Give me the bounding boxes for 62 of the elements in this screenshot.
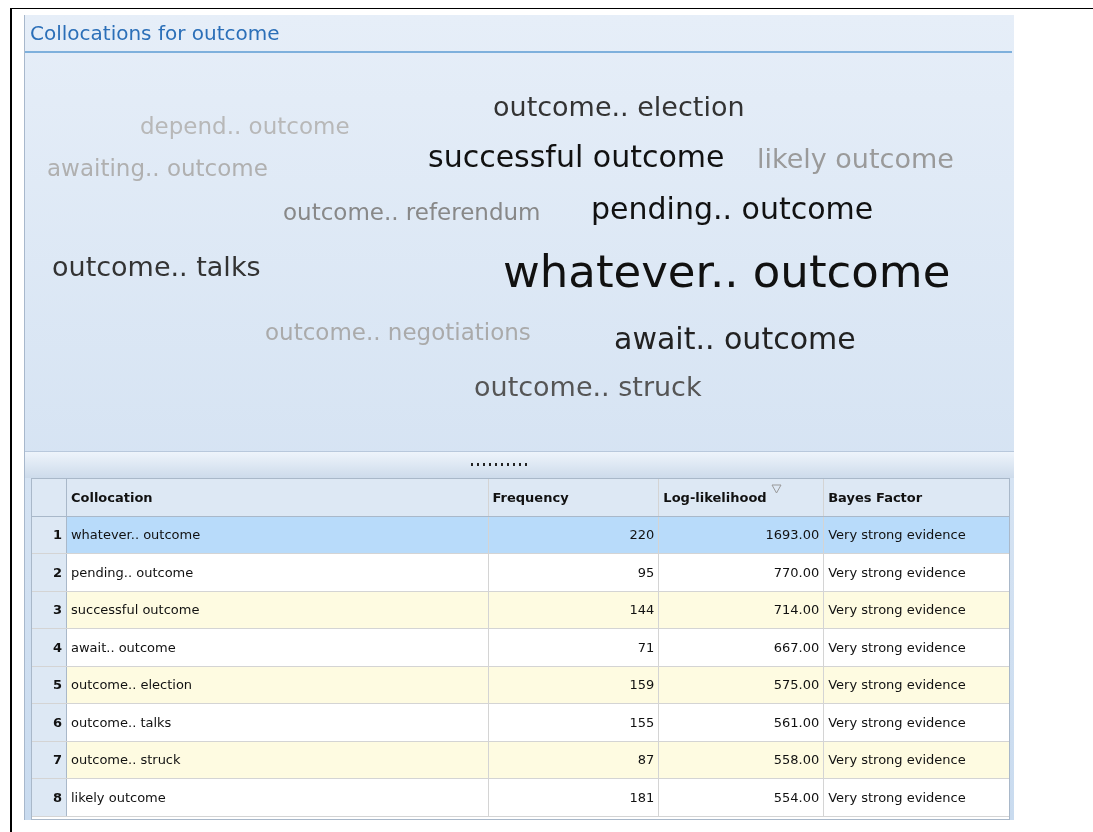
table-cell: whatever.. outcome bbox=[66, 516, 489, 553]
cloud-word[interactable]: outcome.. talks bbox=[52, 251, 261, 284]
table-row[interactable]: 5 outcome.. election 159 575.00 Very strong evidence bbox=[32, 666, 1009, 704]
table-cell-text: Very strong evidence bbox=[827, 601, 967, 620]
table-cell: 554.00 bbox=[659, 779, 825, 816]
table-cell: 667.00 bbox=[659, 629, 825, 666]
table-cell-text: Very strong evidence bbox=[827, 751, 967, 770]
table-cell-text: Very strong evidence bbox=[827, 713, 967, 732]
sort-descending-icon[interactable] bbox=[770, 484, 782, 494]
row-number: 4 bbox=[32, 629, 67, 666]
table-cell: successful outcome bbox=[66, 591, 489, 628]
table-row[interactable]: 7 outcome.. struck 87 558.00 Very strong evidence bbox=[32, 741, 1009, 779]
table-row[interactable]: 8 likely outcome 181 554.00 Very strong evidence bbox=[32, 779, 1009, 817]
table-cell: 575.00 bbox=[659, 666, 825, 703]
column-header[interactable]: Collocation bbox=[66, 479, 489, 516]
cloud-word[interactable]: whatever.. outcome bbox=[503, 245, 951, 299]
table-cell: outcome.. struck bbox=[66, 741, 489, 778]
table-cell: await.. outcome bbox=[66, 629, 489, 666]
panel-title: Collocations for outcome bbox=[30, 21, 280, 45]
table-cell: outcome.. talks bbox=[66, 704, 489, 741]
cloud-word[interactable]: successful outcome bbox=[428, 139, 725, 175]
table-cell: 181 bbox=[488, 779, 660, 816]
table-cell: pending.. outcome bbox=[66, 554, 489, 591]
table-cell: 220 bbox=[488, 516, 660, 553]
table-cell: 155 bbox=[488, 704, 660, 741]
table-cell: 561.00 bbox=[659, 704, 825, 741]
table-row[interactable]: 4 await.. outcome 71 667.00 Very strong evidence bbox=[32, 629, 1009, 667]
cloud-word[interactable]: await.. outcome bbox=[614, 321, 856, 357]
table-cell: 558.00 bbox=[659, 741, 825, 778]
table-cell: 71 bbox=[488, 629, 660, 666]
table-cell: 714.00 bbox=[659, 591, 825, 628]
table-cell: 144 bbox=[488, 591, 660, 628]
table-cell: 1693.00 bbox=[659, 516, 825, 553]
row-number: 2 bbox=[32, 554, 67, 591]
column-header[interactable]: Frequency bbox=[488, 479, 660, 516]
table-row[interactable]: 1 whatever.. outcome 220 1693.00 Very strong evidence bbox=[32, 516, 1009, 554]
table-row[interactable]: 6 outcome.. talks 155 561.00 Very strong evidence bbox=[32, 704, 1009, 742]
table-cell: 87 bbox=[488, 741, 660, 778]
cloud-word[interactable]: pending.. outcome bbox=[591, 191, 874, 227]
table-row[interactable]: 2 pending.. outcome 95 770.00 Very strong evidence bbox=[32, 554, 1009, 592]
table-cell-text: Very strong evidence bbox=[827, 638, 967, 657]
row-number: 8 bbox=[32, 779, 67, 816]
cloud-word[interactable]: outcome.. struck bbox=[474, 371, 702, 404]
row-number: 7 bbox=[32, 741, 67, 778]
table-cell-text: Very strong evidence bbox=[827, 563, 967, 582]
column-header[interactable]: Bayes Factor bbox=[824, 479, 1009, 516]
table-cell-text: Very strong evidence bbox=[827, 676, 967, 695]
table-cell-text: Very strong evidence bbox=[827, 526, 967, 545]
table-cell: likely outcome bbox=[66, 779, 489, 816]
table-cell: 770.00 bbox=[659, 554, 825, 591]
row-number: 1 bbox=[32, 516, 67, 553]
table-cell: 159 bbox=[488, 666, 660, 703]
table-cell: 95 bbox=[488, 554, 660, 591]
grip-icon[interactable] bbox=[470, 463, 529, 467]
table-cell: outcome.. election bbox=[66, 666, 489, 703]
table-row[interactable]: 3 successful outcome 144 714.00 Very strong evidence bbox=[32, 591, 1009, 629]
table-cell-text: Very strong evidence bbox=[827, 788, 967, 807]
row-number: 3 bbox=[32, 591, 67, 628]
row-number: 6 bbox=[32, 704, 67, 741]
row-number: 5 bbox=[32, 666, 67, 703]
cloud-word[interactable]: outcome.. election bbox=[493, 91, 745, 124]
column-header[interactable]: Log-likelihood bbox=[659, 479, 825, 516]
